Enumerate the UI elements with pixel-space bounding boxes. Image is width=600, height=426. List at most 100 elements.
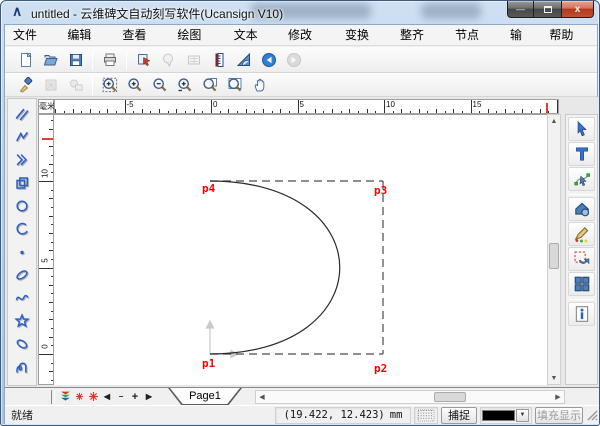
- vertical-ruler: 1050: [38, 114, 54, 385]
- sun-small-button[interactable]: [72, 390, 86, 404]
- zoom-window-button[interactable]: [97, 74, 122, 96]
- draw-pencil-button[interactable]: [568, 222, 595, 246]
- ruler-tick: [332, 109, 333, 113]
- ruler-tick: [49, 319, 53, 320]
- next-page-button[interactable]: ▶: [142, 390, 156, 404]
- spiral-tool-button[interactable]: [10, 355, 34, 378]
- point-label-p3: p3: [374, 184, 387, 197]
- ruler-tick: [220, 111, 221, 114]
- color-dropdown-button[interactable]: ▼: [516, 409, 529, 422]
- ruler-tick: [375, 111, 376, 114]
- collapse-button[interactable]: −: [114, 390, 128, 404]
- ellipse-tool-button[interactable]: [10, 194, 34, 217]
- export-selection-button[interactable]: [568, 247, 595, 271]
- bezier-curve[interactable]: [210, 181, 340, 354]
- sun-large-icon: [87, 390, 100, 403]
- ruler-tick: [505, 109, 506, 113]
- line-tool-button[interactable]: [10, 102, 34, 125]
- ruler-tick: [427, 111, 428, 114]
- menu-item-g[interactable]: 绘图(G): [169, 25, 225, 46]
- print-button[interactable]: [97, 49, 122, 71]
- multi-polyline-tool-button[interactable]: [10, 148, 34, 171]
- ruler-tick: [228, 109, 229, 113]
- zoom-dynamic-button[interactable]: [172, 74, 197, 96]
- ruler-tick: [51, 172, 54, 173]
- grid-icon: [417, 409, 435, 422]
- zoom-in-button[interactable]: [122, 74, 147, 96]
- vertical-scrollbar[interactable]: ▲ ▼: [547, 114, 561, 385]
- save-floppy-button[interactable]: [63, 49, 88, 71]
- oblique-circle-tool-button[interactable]: [10, 332, 34, 355]
- sun-large-button[interactable]: [86, 390, 100, 404]
- open-folder-button[interactable]: [38, 49, 63, 71]
- ruler-tool-button[interactable]: [206, 49, 231, 71]
- zoom-page-button[interactable]: [197, 74, 222, 96]
- menu-item-m[interactable]: 修改(M): [280, 25, 337, 46]
- arc-tool-button[interactable]: [10, 217, 34, 240]
- spiral-tool-icon: [14, 359, 30, 375]
- menu-item-t[interactable]: 文本(T): [226, 25, 280, 46]
- rectangle-tool-button[interactable]: [10, 171, 34, 194]
- pattern-button: [38, 74, 63, 96]
- zoom-dynamic-icon: [177, 77, 193, 93]
- vertical-scroll-thumb[interactable]: [549, 243, 559, 269]
- ruler-tick: [479, 111, 480, 114]
- menu-item-[interactable]: 输出: [502, 25, 541, 46]
- zoom-all-button[interactable]: [222, 74, 247, 96]
- title-bar[interactable]: ∧ untitled - 云维碑文自动刻写软件(Ucansign V10) — …: [1, 1, 599, 23]
- scroll-down-icon[interactable]: ▼: [548, 372, 560, 384]
- tile-view-button[interactable]: [568, 272, 595, 296]
- star-tool-button[interactable]: [10, 309, 34, 332]
- oblique-ellipse-tool-button[interactable]: [10, 263, 34, 286]
- shape-builder-button[interactable]: [568, 197, 595, 221]
- scroll-right-icon[interactable]: ▶: [552, 391, 564, 403]
- scroll-up-icon[interactable]: ▲: [548, 115, 560, 127]
- pan-hand-button[interactable]: [247, 74, 272, 96]
- note-box-icon: [186, 52, 202, 68]
- ruler-tick: [488, 109, 489, 113]
- maximize-button[interactable]: [534, 1, 561, 18]
- pen-color-swatch[interactable]: [482, 410, 515, 421]
- point-tool-button[interactable]: [10, 240, 34, 263]
- text-tool-button[interactable]: [568, 142, 595, 166]
- brush-button[interactable]: [13, 74, 38, 96]
- layer-order-button[interactable]: [58, 390, 72, 404]
- menu-item-f[interactable]: 文件(F): [5, 25, 59, 46]
- new-page-button[interactable]: [13, 49, 38, 71]
- node-edit-button[interactable]: [568, 167, 595, 191]
- close-button[interactable]: x: [561, 1, 594, 18]
- menu-item-v[interactable]: 查看(V): [114, 25, 169, 46]
- menu-item-e[interactable]: 编辑(E): [59, 25, 114, 46]
- prev-page-button[interactable]: ◀: [100, 390, 114, 404]
- add-page-button[interactable]: +: [128, 390, 142, 404]
- save-floppy-icon: [68, 52, 84, 68]
- resize-grip[interactable]: [586, 408, 598, 422]
- snap-button[interactable]: 捕捉: [441, 407, 477, 424]
- horizontal-scrollbar[interactable]: ◀ ▶: [255, 390, 565, 404]
- pen-color-picker[interactable]: ▼: [480, 407, 532, 424]
- grid-toggle[interactable]: [414, 407, 438, 424]
- pagebar-splitter[interactable]: [51, 390, 55, 404]
- minimize-button[interactable]: —: [507, 1, 534, 18]
- page-tab[interactable]: Page1: [168, 388, 242, 405]
- horizontal-scroll-thumb[interactable]: [434, 392, 466, 402]
- menu-item-k[interactable]: 节点(K): [447, 25, 502, 46]
- scroll-left-icon[interactable]: ◀: [256, 391, 268, 403]
- menu-item-h[interactable]: 帮助(H): [541, 25, 597, 46]
- polyline-tool-button[interactable]: [10, 125, 34, 148]
- fill-display-button[interactable]: 填充显示: [535, 407, 583, 424]
- curve-tool-button[interactable]: [10, 286, 34, 309]
- ruler-tick: [49, 164, 53, 165]
- select-arrow-button[interactable]: [568, 117, 595, 141]
- ruler-label: 10: [41, 168, 50, 180]
- menu-item-b[interactable]: 变换(B): [337, 25, 392, 46]
- drawing-canvas[interactable]: p1p2p3p4: [54, 114, 547, 385]
- menu-item-a[interactable]: 整齐(A): [392, 25, 447, 46]
- shape-builder-icon: [573, 200, 591, 218]
- import-select-button[interactable]: [131, 49, 156, 71]
- info-button[interactable]: [568, 302, 595, 326]
- zoom-out-button[interactable]: [147, 74, 172, 96]
- arc-tool-icon: [14, 221, 30, 237]
- protractor-button[interactable]: [231, 49, 256, 71]
- back-arrow-button[interactable]: [256, 49, 281, 71]
